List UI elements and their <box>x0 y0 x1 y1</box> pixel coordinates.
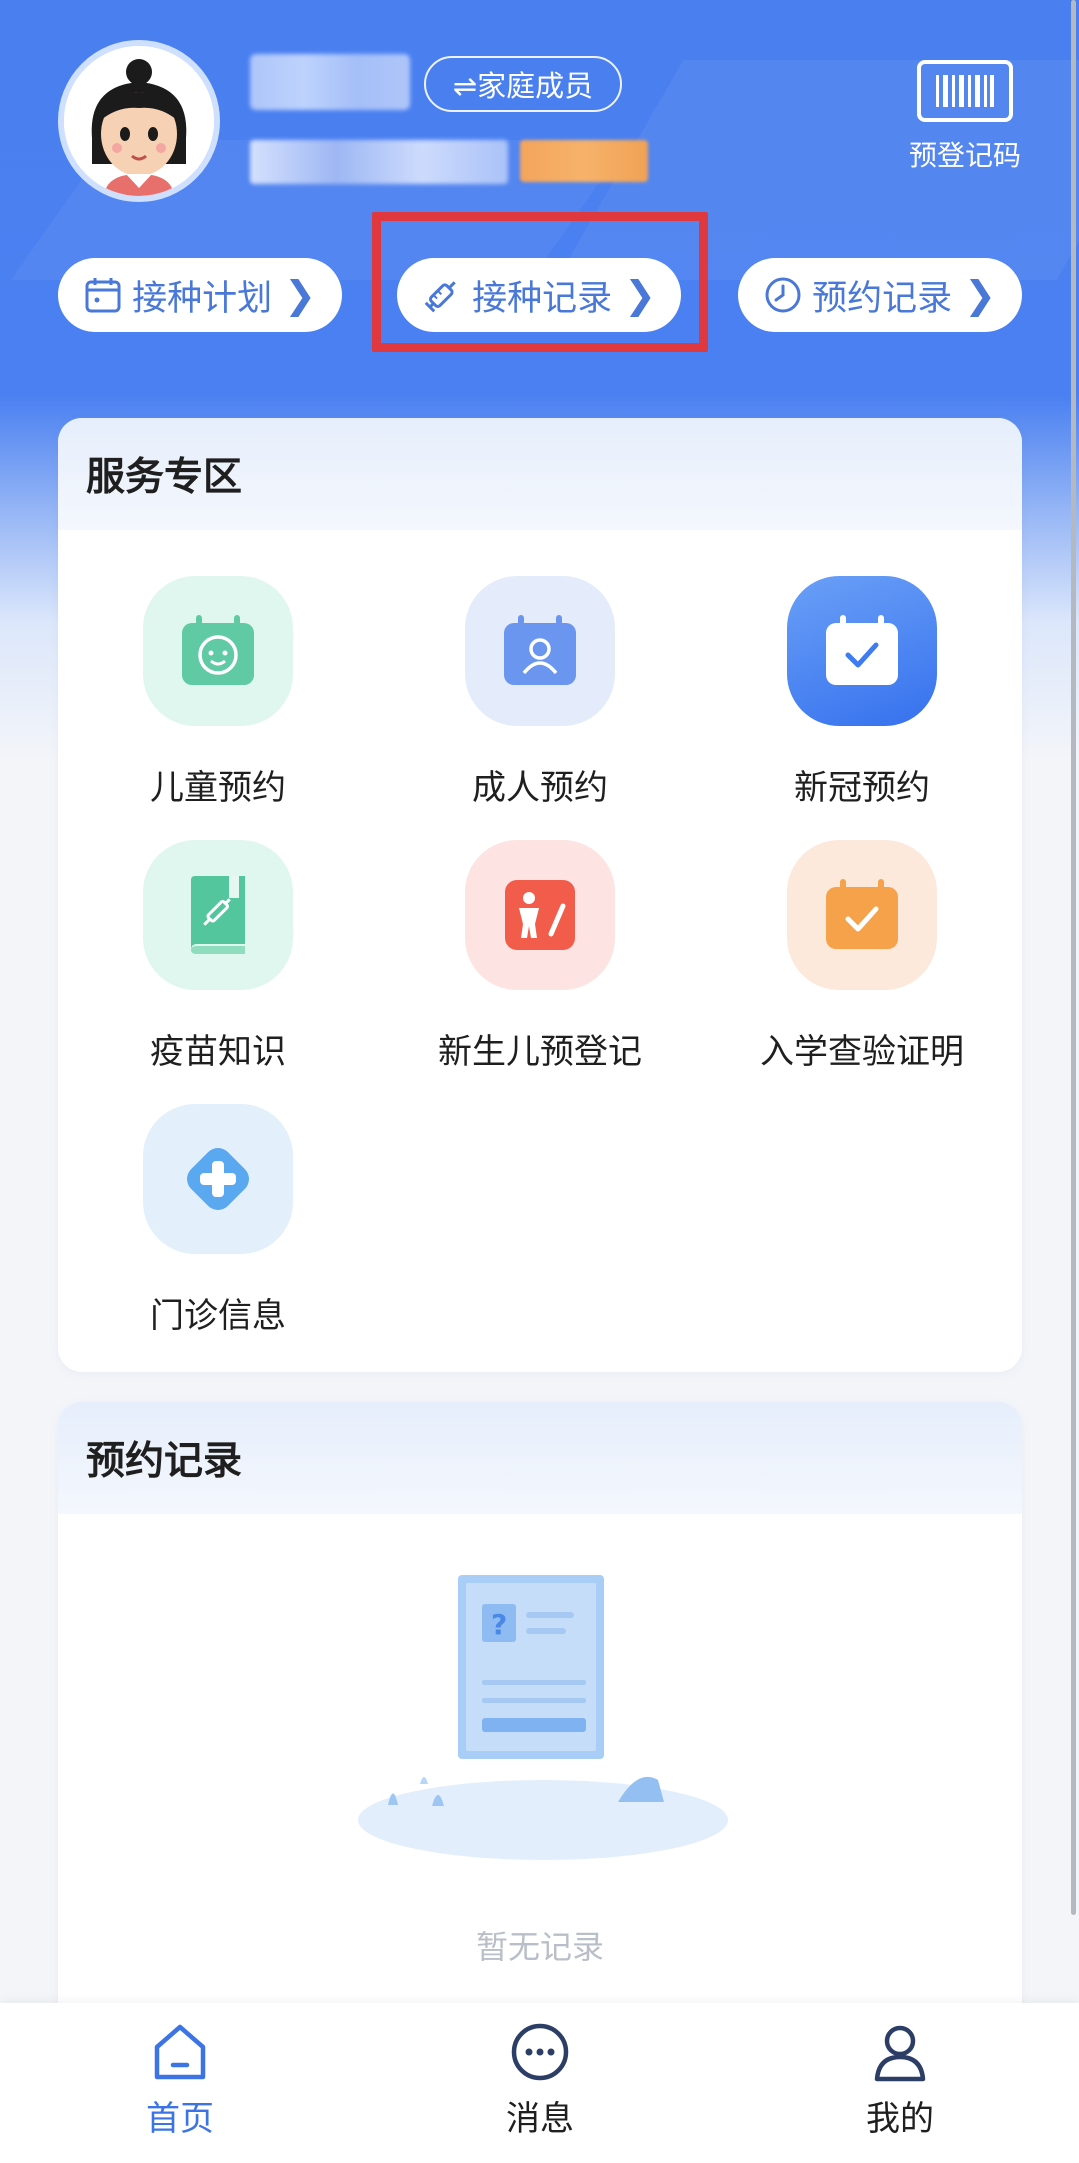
pre-register-code-label: 预登记码 <box>908 139 1021 172</box>
message-icon <box>511 2023 569 2081</box>
calendar-icon <box>85 278 121 313</box>
home-icon <box>154 2024 206 2080</box>
service-vaccine-knowledge[interactable]: 疫苗知识 <box>58 840 378 1073</box>
service-zone-title: 服务专区 <box>58 418 1022 530</box>
girl-avatar-icon <box>64 46 214 196</box>
highlight-annotation-box <box>372 212 708 352</box>
clinic-plus-icon <box>143 1104 293 1254</box>
user-icon <box>874 2025 926 2082</box>
bottom-tab-bar: 首页 消息 我的 <box>0 2003 1079 2163</box>
chevron-right-icon: ❯ <box>284 273 316 317</box>
service-clinic-info[interactable]: 门诊信息 <box>58 1104 378 1337</box>
tab-mine[interactable]: 我的 <box>800 2021 1000 2140</box>
service-label: 门诊信息 <box>150 1296 286 1336</box>
vaccination-plan-label: 接种计划 <box>132 278 273 319</box>
barcode-icon <box>917 60 1013 122</box>
service-newborn-preregister[interactable]: 新生儿预登记 <box>380 840 700 1073</box>
service-school-check[interactable]: 入学查验证明 <box>702 840 1022 1073</box>
service-label: 入学查验证明 <box>760 1032 964 1072</box>
service-adult-appointment[interactable]: 成人预约 <box>380 576 700 809</box>
user-name-redacted <box>250 54 410 110</box>
child-calendar-icon <box>143 576 293 726</box>
svg-text:?: ? <box>491 1608 507 1641</box>
family-member-button[interactable]: ⇌家庭成员 <box>424 56 622 112</box>
empty-state-illustration: ? <box>348 1570 738 1870</box>
appointment-records-title: 预约记录 <box>58 1402 1022 1514</box>
tab-messages[interactable]: 消息 <box>440 2021 640 2140</box>
covid-calendar-icon <box>787 576 937 726</box>
newborn-register-icon <box>465 840 615 990</box>
tab-mine-label: 我的 <box>866 2099 934 2139</box>
service-zone-card: 服务专区 儿童预约 成人预约 新冠预约 疫苗知识 新生儿预登记 入学查验证明 门… <box>58 418 1022 1372</box>
service-covid-appointment[interactable]: 新冠预约 <box>702 576 1022 809</box>
service-child-appointment[interactable]: 儿童预约 <box>58 576 378 809</box>
tab-messages-label: 消息 <box>506 2099 574 2139</box>
appointment-record-link[interactable]: 预约记录 ❯ <box>738 258 1022 332</box>
user-id-redacted <box>250 140 508 184</box>
school-check-icon <box>787 840 937 990</box>
empty-state-text: 暂无记录 <box>475 1928 604 1966</box>
adult-calendar-icon <box>465 576 615 726</box>
chevron-right-icon: ❯ <box>964 273 996 317</box>
vaccine-book-icon <box>143 840 293 990</box>
scrollbar[interactable] <box>1071 0 1076 1915</box>
tab-home-label: 首页 <box>146 2099 214 2139</box>
clock-icon <box>765 277 801 313</box>
pre-register-code-button[interactable]: 预登记码 <box>880 60 1050 180</box>
avatar[interactable] <box>58 40 220 202</box>
appointment-record-label: 预约记录 <box>812 278 953 319</box>
vaccination-plan-link[interactable]: 接种计划 ❯ <box>58 258 342 332</box>
tab-home[interactable]: 首页 <box>80 2021 280 2140</box>
service-label: 成人预约 <box>472 768 608 808</box>
appointment-records-card: 预约记录 ? 暂无记录 <box>58 1402 1022 2022</box>
service-label: 新生儿预登记 <box>438 1032 642 1072</box>
service-label: 疫苗知识 <box>150 1032 286 1072</box>
user-tag-redacted <box>520 140 648 182</box>
family-member-label: ⇌家庭成员 <box>452 69 594 103</box>
service-label: 儿童预约 <box>150 768 286 808</box>
service-label: 新冠预约 <box>794 768 930 808</box>
